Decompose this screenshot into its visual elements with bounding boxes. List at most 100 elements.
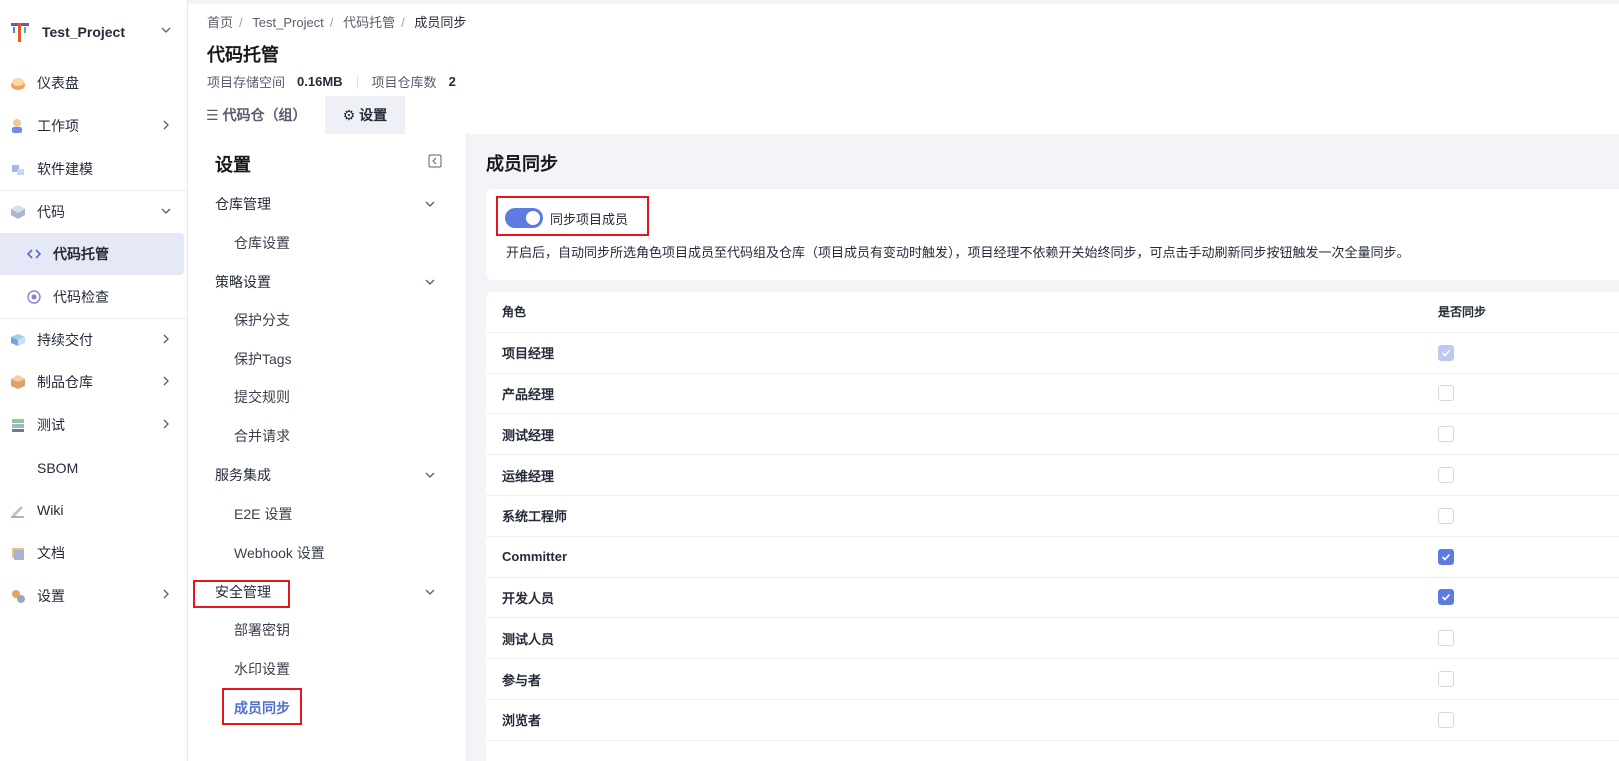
- chevron-right-icon: [163, 120, 169, 130]
- collapse-panel-icon[interactable]: [428, 154, 442, 168]
- settings-group-label: 服务集成: [215, 467, 271, 483]
- role-name: 开发人员: [502, 590, 555, 606]
- wiki-icon: [8, 500, 28, 520]
- nav-item-sbom[interactable]: SBOM: [0, 446, 188, 489]
- modeling-icon: [8, 159, 28, 179]
- settings-item-label: Webhook 设置: [234, 545, 325, 561]
- chevron-right-icon: [163, 334, 169, 344]
- code-hosting-icon: [24, 244, 44, 264]
- table-row: 测试经理: [486, 414, 1619, 456]
- settings-item-e2e[interactable]: E2E 设置: [188, 495, 467, 533]
- nav-label: 代码: [37, 203, 65, 220]
- chevron-down-icon: [425, 279, 435, 285]
- check-icon: [1441, 553, 1451, 561]
- sync-settings-card: [486, 189, 1619, 280]
- repo-count-label: 项目仓库数: [371, 75, 437, 90]
- artifact-icon: [8, 372, 28, 392]
- nav-label: 制品仓库: [37, 374, 93, 391]
- settings-item-label: 提交规则: [234, 389, 290, 405]
- settings-item-protected-tags[interactable]: 保护Tags: [188, 340, 467, 378]
- breadcrumb-home[interactable]: 首页: [207, 15, 233, 30]
- chevron-down-icon: [425, 589, 435, 595]
- project-switcher[interactable]: Test_Project: [0, 14, 188, 50]
- settings-menu-title: 设置: [215, 155, 251, 175]
- settings-item-commit-rules[interactable]: 提交规则: [188, 378, 467, 416]
- role-name: 参与者: [502, 672, 542, 688]
- code-icon: [8, 202, 28, 222]
- sync-checkbox[interactable]: [1438, 711, 1454, 728]
- nav-item-code-hosting[interactable]: 代码托管: [0, 232, 184, 276]
- table-row: 测试人员: [486, 618, 1619, 660]
- tab-bar: ☰ 代码仓（组） ⚙ 设置: [188, 96, 406, 134]
- top-divider: [0, 0, 1619, 4]
- nav-item-delivery[interactable]: 持续交付: [0, 318, 188, 361]
- nav-item-artifact[interactable]: 制品仓库: [0, 361, 188, 404]
- tab-repos[interactable]: ☰ 代码仓（组）: [188, 96, 325, 134]
- dashboard-icon: [8, 73, 28, 93]
- stats-divider: [356, 74, 358, 89]
- sync-checkbox[interactable]: [1438, 589, 1454, 606]
- sync-checkbox[interactable]: [1438, 548, 1454, 565]
- code-check-icon: [24, 287, 44, 307]
- settings-item-label: 水印设置: [234, 661, 290, 677]
- chevron-right-icon: [163, 419, 169, 428]
- settings-group-repo[interactable]: 仓库管理: [188, 185, 467, 223]
- sync-checkbox[interactable]: [1438, 426, 1454, 443]
- settings-item-merge-request[interactable]: 合并请求: [188, 417, 467, 455]
- sync-checkbox[interactable]: [1438, 467, 1454, 484]
- delivery-icon: [8, 330, 28, 350]
- role-name: 运维经理: [502, 468, 555, 484]
- highlight-box-toggle: [496, 196, 649, 236]
- nav-item-code[interactable]: 代码: [0, 190, 188, 233]
- chevron-down-icon: [161, 27, 171, 33]
- role-sync-table: 角色 是否同步 项目经理 产品经理 测试经理 运维经理 系统工程师 Committer 开发…: [486, 292, 1619, 761]
- settings-item-webhook[interactable]: Webhook 设置: [188, 534, 467, 572]
- sync-checkbox[interactable]: [1438, 671, 1454, 688]
- nav-label: 持续交付: [37, 331, 93, 348]
- storage-label: 项目存储空间: [207, 75, 286, 90]
- sync-checkbox[interactable]: [1438, 630, 1454, 647]
- nav-item-dashboard[interactable]: 仪表盘: [0, 62, 188, 105]
- nav-item-settings[interactable]: 设置: [0, 574, 188, 617]
- table-row: 产品经理: [486, 374, 1619, 415]
- settings-item-protected-branch[interactable]: 保护分支: [188, 301, 467, 339]
- test-icon: [8, 415, 28, 435]
- breadcrumb-current: 成员同步: [414, 15, 467, 30]
- project-name: Test_Project: [42, 24, 125, 40]
- role-name: Committer: [502, 549, 568, 565]
- nav-label: SBOM: [37, 459, 79, 476]
- role-name: 产品经理: [502, 386, 555, 402]
- gear-icon: ⚙: [342, 106, 356, 123]
- settings-item-label: 合并请求: [234, 428, 290, 444]
- settings-group-policy[interactable]: 策略设置: [188, 263, 467, 301]
- nav-item-modeling[interactable]: 软件建模: [0, 147, 188, 190]
- page-title: 代码托管: [207, 45, 279, 65]
- side-nav: 仪表盘 工作项 软件建模 代码 代码托管 代码检查 持续交付 制品仓库 测试 S…: [0, 62, 188, 617]
- breadcrumb-project[interactable]: Test_Project: [252, 15, 324, 30]
- settings-item-deploy-keys[interactable]: 部署密钥: [188, 611, 467, 649]
- tab-label: 代码仓（组）: [222, 107, 307, 123]
- nav-label: 工作项: [37, 118, 79, 135]
- nav-label: 仪表盘: [37, 75, 79, 92]
- sidebar: Test_Project 仪表盘 工作项 软件建模 代码 代码托管 代码检查 持…: [0, 0, 188, 761]
- nav-item-docs[interactable]: 文档: [0, 532, 188, 575]
- sync-checkbox[interactable]: [1438, 507, 1454, 524]
- sync-checkbox[interactable]: [1438, 385, 1454, 402]
- nav-item-workitem[interactable]: 工作项: [0, 105, 188, 148]
- settings-group-integration[interactable]: 服务集成: [188, 456, 467, 494]
- nav-item-wiki[interactable]: Wiki: [0, 489, 188, 532]
- nav-item-test[interactable]: 测试: [0, 404, 188, 447]
- settings-item-watermark[interactable]: 水印设置: [188, 650, 467, 688]
- breadcrumb-code-hosting[interactable]: 代码托管: [343, 15, 395, 30]
- settings-item-repo-settings[interactable]: 仓库设置: [188, 224, 467, 262]
- tab-settings[interactable]: ⚙ 设置: [324, 96, 406, 134]
- chevron-right-icon: [163, 589, 169, 599]
- nav-item-code-check[interactable]: 代码检查: [0, 275, 188, 318]
- docs-icon: [8, 543, 28, 563]
- table-row: 运维经理: [486, 455, 1619, 496]
- settings-group-label: 策略设置: [215, 274, 271, 290]
- nav-label: 代码托管: [53, 246, 109, 263]
- role-name: 项目经理: [502, 346, 555, 362]
- breadcrumb-separator: /: [329, 15, 334, 30]
- breadcrumb: 首页 / Test_Project / 代码托管 / 成员同步: [207, 12, 472, 31]
